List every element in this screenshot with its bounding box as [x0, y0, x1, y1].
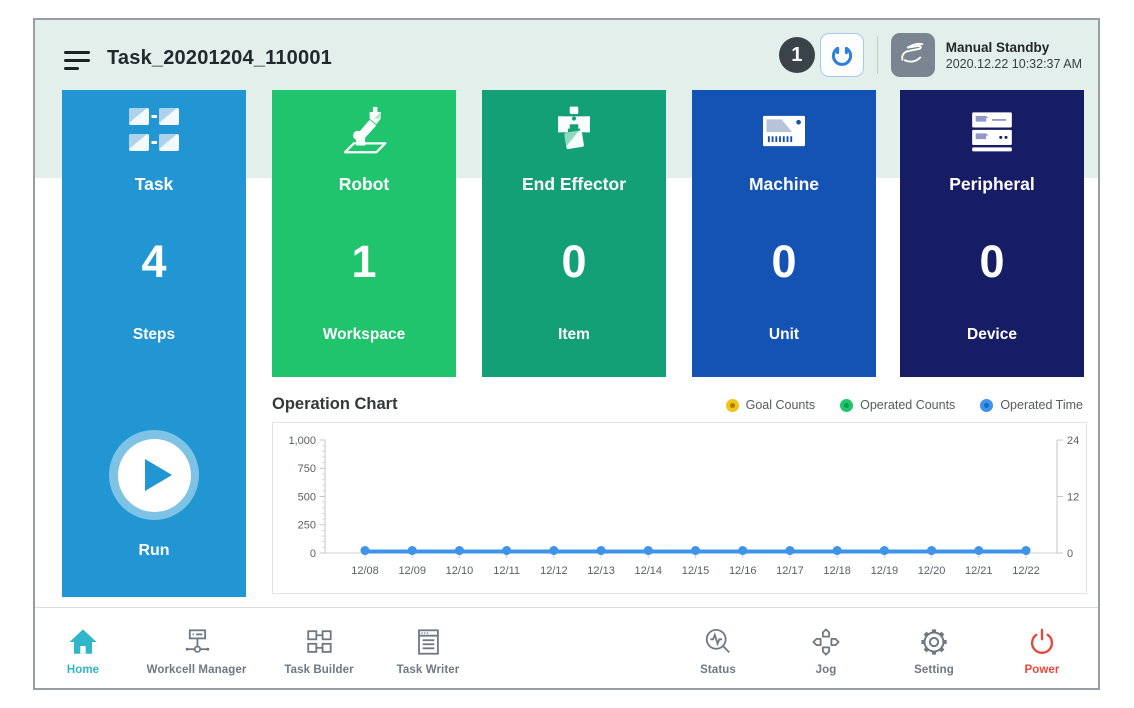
play-icon: [145, 459, 172, 491]
card-value: 0: [482, 236, 666, 288]
svg-text:12/15: 12/15: [682, 565, 710, 577]
card-label: End Effector: [482, 174, 666, 195]
timestamp: 2020.12.22 10:32:37 AM: [946, 57, 1082, 71]
operation-chart: 0 250 500 750 1,000 12/08 12/09 12/10 12/11 12/12…: [272, 422, 1087, 594]
nav-jog[interactable]: Jog: [772, 620, 880, 676]
card-robot[interactable]: Robot 1 Workspace: [272, 90, 456, 377]
card-value: 1: [272, 236, 456, 288]
robot-mode-label: Manual Standby: [946, 40, 1082, 55]
status-icon: [699, 624, 737, 660]
card-machine[interactable]: Machine 0 Unit: [692, 90, 876, 377]
svg-text:12: 12: [1067, 491, 1079, 503]
bottom-nav: Home Workcell Manager: [35, 607, 1098, 688]
svg-text:12/19: 12/19: [871, 565, 899, 577]
menu-icon[interactable]: [64, 51, 90, 75]
svg-text:12/11: 12/11: [493, 565, 520, 577]
svg-text:1,000: 1,000: [288, 435, 316, 447]
card-unit: Steps: [62, 326, 246, 344]
svg-text:250: 250: [298, 520, 316, 532]
legend-dot-yellow: [726, 399, 739, 412]
app-window: Task_20201204_110001 1 Manual Standby 20…: [33, 18, 1100, 690]
svg-text:12/14: 12/14: [635, 565, 663, 577]
setting-icon: [915, 624, 953, 660]
svg-text:0: 0: [310, 548, 316, 560]
manual-mode-icon[interactable]: [891, 33, 935, 77]
legend-dot-blue: [980, 399, 993, 412]
card-label: Task: [62, 174, 246, 195]
svg-text:12/16: 12/16: [729, 565, 757, 577]
nav-status[interactable]: Status: [664, 620, 772, 676]
nav-home[interactable]: Home: [37, 620, 129, 676]
svg-text:12/20: 12/20: [918, 565, 946, 577]
legend-operated-counts[interactable]: Operated Counts: [840, 398, 955, 412]
task-writer-icon: [409, 624, 447, 660]
card-unit: Device: [900, 326, 1084, 344]
card-unit: Unit: [692, 326, 876, 344]
recovery-button[interactable]: [820, 33, 864, 77]
run-label: Run: [62, 542, 246, 560]
card-end-effector[interactable]: End Effector 0 Item: [482, 90, 666, 377]
run-button[interactable]: [109, 430, 199, 520]
power-icon: [1023, 624, 1061, 660]
header-divider: [877, 36, 878, 74]
legend-operated-time[interactable]: Operated Time: [980, 398, 1083, 412]
notification-badge: 1: [779, 37, 815, 73]
svg-text:750: 750: [298, 463, 316, 475]
svg-text:12/10: 12/10: [446, 565, 474, 577]
svg-text:12/22: 12/22: [1012, 565, 1040, 577]
peripheral-icon: [964, 105, 1020, 157]
card-label: Peripheral: [900, 174, 1084, 195]
svg-text:12/18: 12/18: [823, 565, 851, 577]
card-task[interactable]: Task 4 Steps Run: [62, 90, 246, 597]
nav-task-writer[interactable]: Task Writer: [374, 620, 482, 676]
card-value: 0: [900, 236, 1084, 288]
nav-power[interactable]: Power: [988, 620, 1096, 676]
chart-legend: Goal Counts Operated Counts Operated Tim…: [726, 398, 1083, 412]
task-builder-icon: [300, 624, 338, 660]
jog-icon: [807, 624, 845, 660]
operation-chart-plot: 0 250 500 750 1,000 12/08 12/09 12/10 12/11 12/12…: [273, 423, 1088, 593]
svg-text:24: 24: [1067, 435, 1079, 447]
nav-setting[interactable]: Setting: [880, 620, 988, 676]
robot-arm-icon: [336, 105, 392, 157]
machine-icon: [756, 105, 812, 157]
workcell-manager-icon: [178, 624, 216, 660]
svg-text:0: 0: [1067, 548, 1073, 560]
svg-text:12/17: 12/17: [776, 565, 804, 577]
nav-task-builder[interactable]: Task Builder: [264, 620, 374, 676]
legend-goal-counts[interactable]: Goal Counts: [726, 398, 815, 412]
card-peripheral[interactable]: Peripheral 0 Device: [900, 90, 1084, 377]
hand-gesture-icon: [896, 38, 930, 72]
chart-title: Operation Chart: [272, 395, 398, 414]
nav-workcell-manager[interactable]: Workcell Manager: [129, 620, 264, 676]
svg-text:12/09: 12/09: [398, 565, 426, 577]
card-label: Robot: [272, 174, 456, 195]
svg-text:12/12: 12/12: [540, 565, 568, 577]
task-blocks-icon: [126, 105, 182, 157]
home-icon: [64, 624, 102, 660]
recovery-icon: [828, 41, 856, 69]
page-title: Task_20201204_110001: [107, 47, 332, 70]
svg-text:12/13: 12/13: [587, 565, 615, 577]
svg-text:12/21: 12/21: [965, 565, 993, 577]
card-value: 0: [692, 236, 876, 288]
card-value: 4: [62, 236, 246, 288]
card-unit: Workspace: [272, 326, 456, 344]
svg-text:500: 500: [298, 491, 316, 503]
card-unit: Item: [482, 326, 666, 344]
legend-dot-green: [840, 399, 853, 412]
card-label: Machine: [692, 174, 876, 195]
svg-text:12/08: 12/08: [351, 565, 379, 577]
gripper-icon: [546, 105, 602, 157]
